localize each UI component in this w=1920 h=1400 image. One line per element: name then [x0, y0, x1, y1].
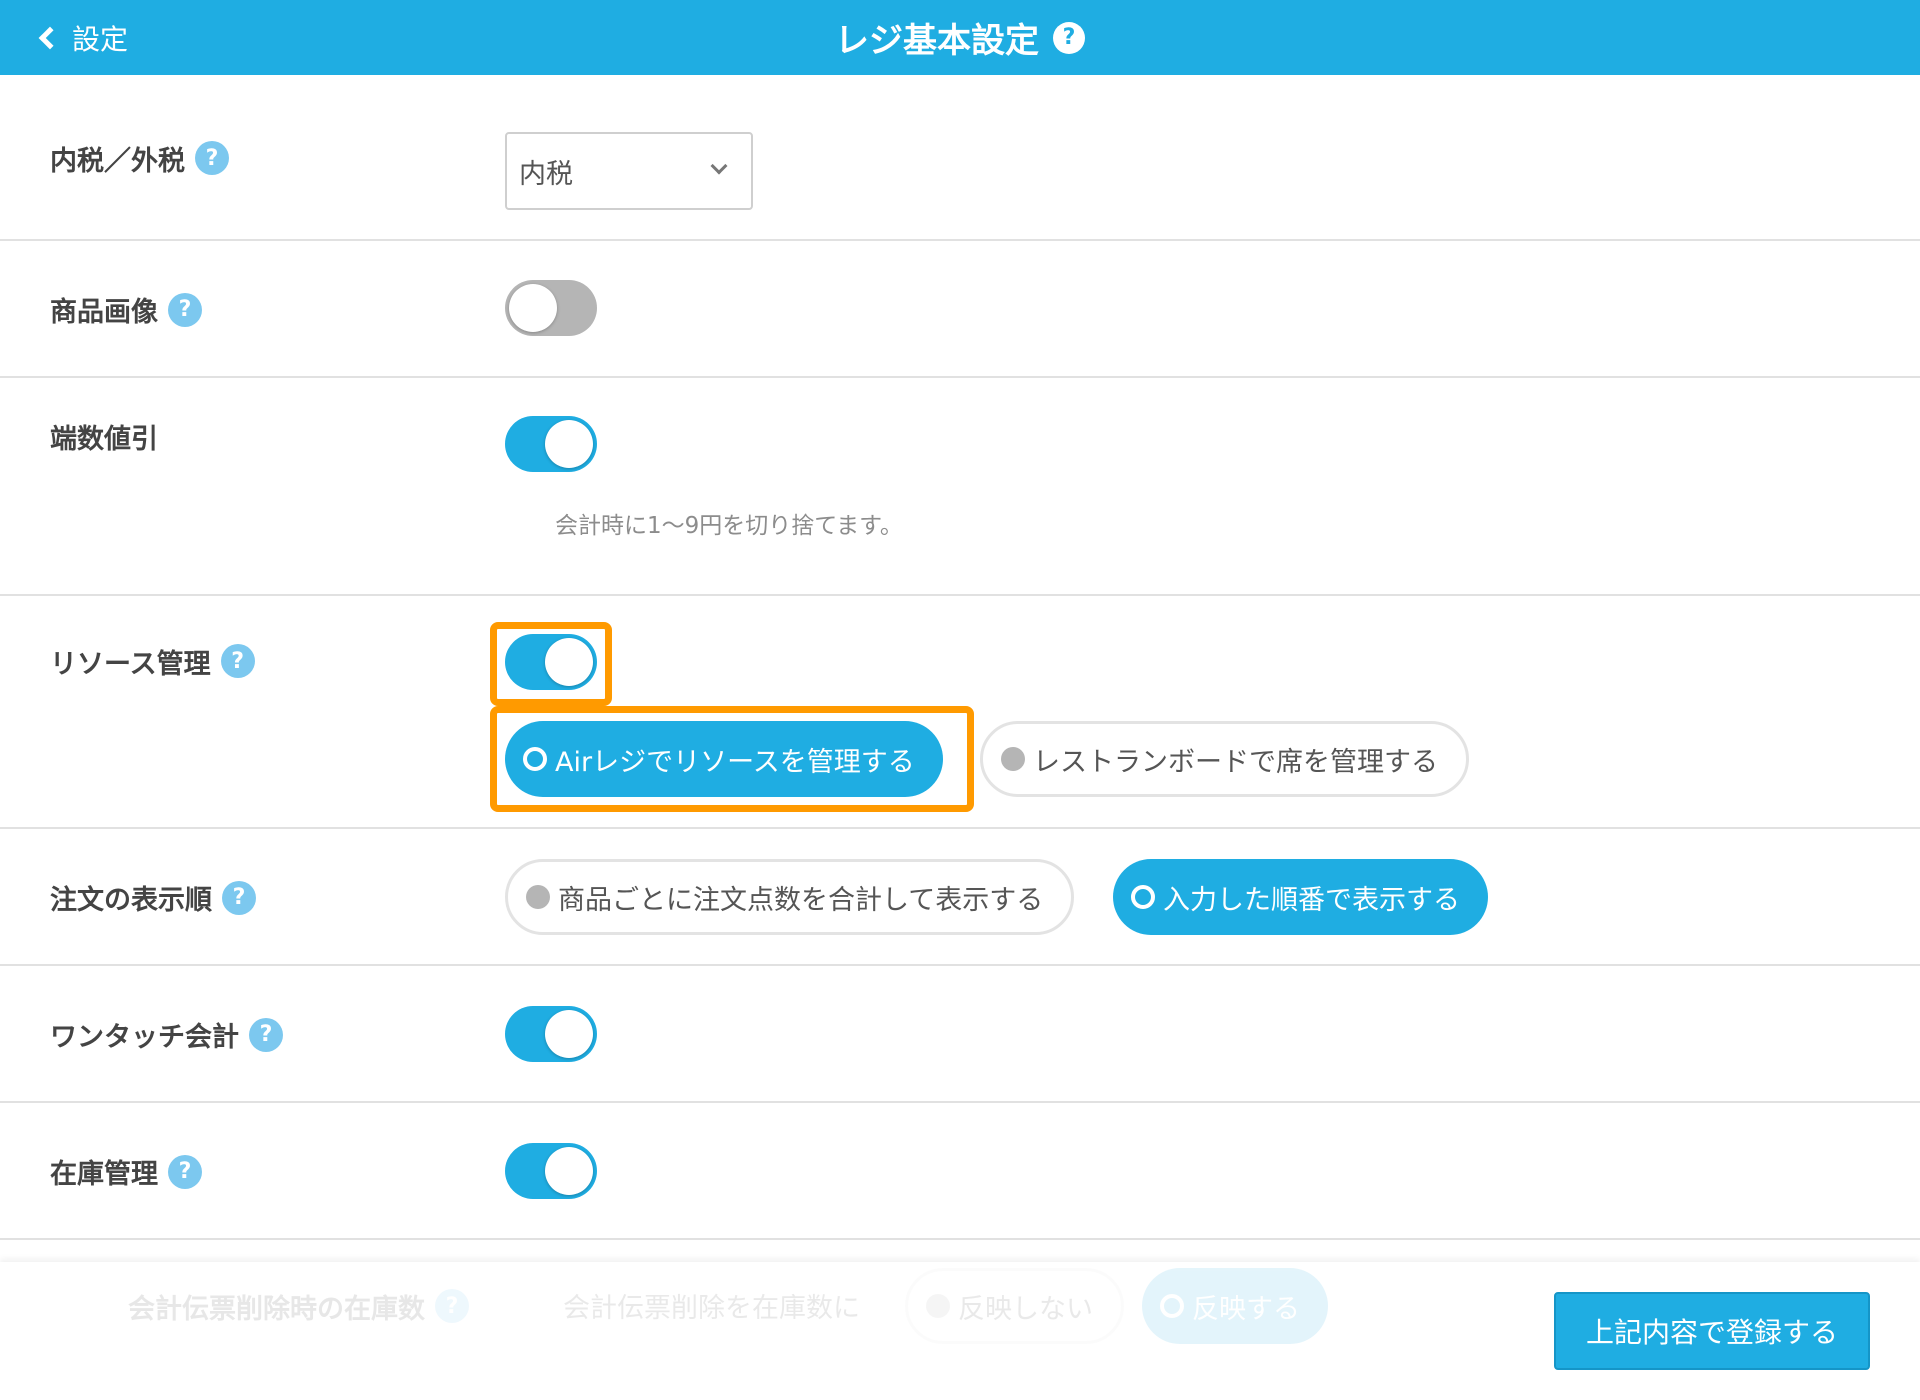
resource-label: リソース管理 ?: [50, 641, 255, 681]
toggle-knob: [545, 1147, 593, 1195]
order-display-row: 注文の表示順 ? 商品ごとに注文点数を合計して表示する 入力した順番で表示する: [0, 829, 1920, 966]
radio-icon: [1160, 1294, 1184, 1318]
resource-toggle[interactable]: [505, 634, 597, 690]
one-touch-label-text: ワンタッチ会計: [50, 1022, 239, 1053]
chevron-down-icon: [710, 157, 728, 175]
inventory-row: 在庫管理 ?: [0, 1103, 1920, 1240]
rounding-label-text: 端数値引: [50, 423, 158, 455]
slip-delete-desc: 会計伝票削除を在庫数に: [563, 1293, 860, 1324]
resource-row: リソース管理 ? Airレジでリソースを管理する レストランボードで席を管理する: [0, 596, 1920, 829]
radio-icon: [526, 885, 550, 909]
toggle-knob: [509, 284, 557, 332]
resource-option-label: レストランボードで席を管理する: [1033, 746, 1438, 778]
product-image-label-text: 商品画像: [50, 297, 158, 328]
inventory-toggle[interactable]: [505, 1143, 597, 1199]
page-title-text: レジ基本設定: [835, 21, 1039, 61]
help-icon[interactable]: ?: [195, 141, 229, 175]
tax-select-value: 内税: [519, 158, 573, 190]
footer-bar: 会計伝票削除時の在庫数 ? 会計伝票削除を在庫数に 反映しない 反映する 上記内…: [0, 1262, 1920, 1400]
order-display-label-text: 注文の表示順: [50, 885, 212, 916]
product-image-label: 商品画像 ?: [50, 241, 202, 378]
resource-option-airregi[interactable]: Airレジでリソースを管理する: [505, 721, 943, 797]
help-icon[interactable]: ?: [168, 292, 202, 327]
tax-label-text: 内税／外税: [50, 145, 185, 177]
slip-delete-label: 会計伝票削除時の在庫数 ?: [128, 1286, 469, 1326]
help-icon: ?: [435, 1289, 469, 1323]
one-touch-toggle[interactable]: [505, 1006, 597, 1062]
order-display-label: 注文の表示順 ?: [50, 829, 256, 966]
one-touch-label: ワンタッチ会計 ?: [50, 966, 283, 1103]
inventory-label-text: 在庫管理: [50, 1159, 158, 1190]
rounding-note: 会計時に1〜9円を切り捨てます。: [555, 513, 903, 539]
radio-icon: [1131, 885, 1155, 909]
resource-option-restaurant-board[interactable]: レストランボードで席を管理する: [980, 721, 1469, 797]
order-display-option-total[interactable]: 商品ごとに注文点数を合計して表示する: [505, 859, 1075, 935]
rounding-toggle[interactable]: [505, 416, 597, 472]
page-title: レジ基本設定 ?: [0, 0, 1920, 75]
help-icon[interactable]: ?: [1053, 21, 1085, 54]
header-bar: 設定 レジ基本設定 ?: [0, 0, 1920, 75]
slip-delete-option-label: 反映する: [1192, 1293, 1300, 1325]
help-icon[interactable]: ?: [222, 880, 256, 915]
toggle-knob: [545, 1010, 593, 1058]
help-icon[interactable]: ?: [220, 644, 255, 678]
order-display-option-label: 商品ごとに注文点数を合計して表示する: [558, 884, 1044, 916]
slip-delete-label-text: 会計伝票削除時の在庫数: [128, 1293, 425, 1325]
order-display-option-label: 入力した順番で表示する: [1163, 884, 1460, 916]
toggle-knob: [545, 638, 593, 686]
tax-label: 内税／外税 ?: [50, 75, 229, 241]
slip-delete-option-label: 反映しない: [958, 1293, 1093, 1325]
product-image-row: 商品画像 ?: [0, 241, 1920, 378]
tax-row: 内税／外税 ? 内税: [0, 75, 1920, 241]
tax-select[interactable]: 内税: [505, 132, 753, 210]
inventory-label: 在庫管理 ?: [50, 1103, 202, 1240]
slip-delete-option-no: 反映しない: [905, 1268, 1124, 1344]
order-display-option-input-order[interactable]: 入力した順番で表示する: [1113, 859, 1488, 935]
rounding-label: 端数値引: [50, 416, 158, 456]
rounding-row: 端数値引 会計時に1〜9円を切り捨てます。: [0, 378, 1920, 596]
radio-icon: [1001, 747, 1025, 771]
help-icon[interactable]: ?: [168, 1154, 202, 1189]
toggle-knob: [545, 420, 593, 468]
resource-label-text: リソース管理: [50, 648, 211, 680]
slip-delete-option-yes: 反映する: [1142, 1268, 1328, 1344]
product-image-toggle[interactable]: [505, 280, 597, 336]
radio-icon: [926, 1294, 950, 1318]
resource-option-label: Airレジでリソースを管理する: [555, 746, 915, 778]
radio-icon: [523, 747, 547, 771]
submit-button[interactable]: 上記内容で登録する: [1554, 1292, 1870, 1370]
help-icon[interactable]: ?: [249, 1017, 283, 1052]
one-touch-row: ワンタッチ会計 ?: [0, 966, 1920, 1103]
